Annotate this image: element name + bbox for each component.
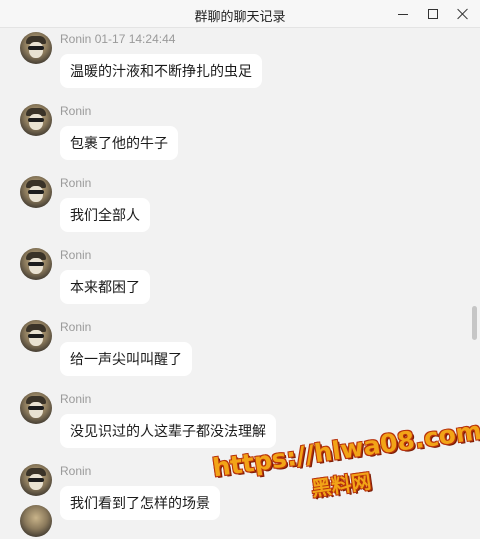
message-bubble[interactable]: 本来都困了 — [60, 270, 150, 304]
avatar[interactable] — [20, 505, 52, 537]
scrollbar-thumb[interactable] — [472, 306, 477, 340]
message-bubble[interactable]: 没见识过的人这辈子都没法理解 — [60, 414, 276, 448]
message-bubble[interactable]: 我们全部人 — [60, 198, 150, 232]
sender-name: Ronin — [60, 104, 92, 118]
avatar[interactable] — [20, 464, 52, 496]
avatar[interactable] — [20, 248, 52, 280]
avatar[interactable] — [20, 104, 52, 136]
close-icon — [457, 8, 469, 20]
sender-name: Ronin — [60, 464, 92, 478]
vertical-scrollbar[interactable] — [468, 28, 480, 539]
sender-name: Ronin 01-17 14:24:44 — [60, 32, 176, 46]
sender-name: Ronin — [60, 248, 92, 262]
avatar[interactable] — [20, 176, 52, 208]
maximize-button[interactable] — [416, 0, 450, 28]
close-button[interactable] — [446, 0, 480, 28]
avatar[interactable] — [20, 32, 52, 64]
sender-name: Ronin — [60, 320, 92, 334]
message-bubble[interactable]: 给一声尖叫叫醒了 — [60, 342, 192, 376]
message-bubble[interactable]: 温暖的汁液和不断挣扎的虫足 — [60, 54, 262, 88]
title-bar: 群聊的聊天记录 — [0, 0, 480, 28]
minimize-button[interactable] — [386, 0, 420, 28]
avatar[interactable] — [20, 320, 52, 352]
avatar[interactable] — [20, 392, 52, 424]
maximize-icon — [428, 9, 438, 19]
message-bubble[interactable]: 包裹了他的牛子 — [60, 126, 178, 160]
message-bubble[interactable]: 我们看到了怎样的场景 — [60, 486, 220, 520]
sender-name: Ronin — [60, 392, 92, 406]
sender-name: Ronin — [60, 176, 92, 190]
minimize-icon — [398, 13, 408, 15]
